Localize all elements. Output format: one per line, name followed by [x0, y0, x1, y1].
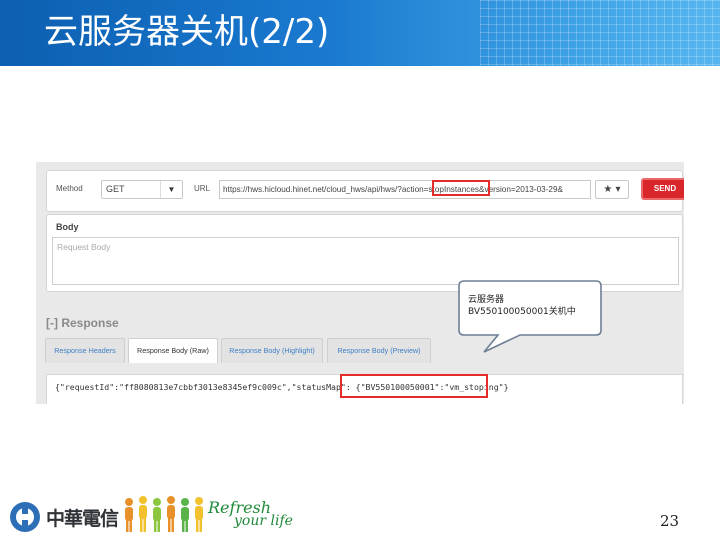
vm-status-highlight: [340, 374, 488, 398]
method-label: Method: [56, 184, 83, 193]
response-toggle[interactable]: [-] Response: [46, 316, 119, 330]
title-bar-pattern: [480, 0, 720, 66]
url-label: URL: [194, 184, 211, 193]
tab-response-body-preview[interactable]: Response Body (Preview): [327, 338, 431, 363]
callout-line-2: BV550100050001关机中: [468, 307, 576, 317]
url-input[interactable]: https://hws.hicloud.hinet.net/cloud_hws/…: [219, 180, 591, 199]
slide: 云服务器关机(2/2) Method GET ▼ URL https://hws…: [0, 0, 720, 540]
chevron-down-icon: ▼: [160, 181, 182, 198]
title-bar: 云服务器关机(2/2): [0, 0, 720, 66]
slide-title: 云服务器关机(2/2): [44, 12, 330, 52]
body-title: Body: [56, 222, 79, 232]
star-icon[interactable]: ★ ▾: [595, 180, 629, 199]
tab-response-body-raw[interactable]: Response Body (Raw): [128, 338, 218, 363]
request-bar: Method GET ▼ URL https://hws.hicloud.hin…: [46, 170, 684, 212]
request-body-placeholder: Request Body: [57, 242, 111, 252]
method-value: GET: [106, 184, 125, 194]
callout-text: 云服务器 BV550100050001关机中: [468, 294, 576, 318]
cht-logo-icon: [10, 502, 40, 532]
page-number: 23: [660, 512, 680, 530]
method-select[interactable]: GET ▼: [101, 180, 183, 199]
callout-line-1: 云服务器: [468, 295, 505, 305]
people-logo-icon: [125, 496, 203, 532]
company-name: 中華電信: [46, 508, 119, 530]
tab-response-body-highlight[interactable]: Response Body (Highlight): [221, 338, 323, 363]
stopinstances-highlight: [432, 180, 490, 196]
slogan-your-life: your life: [234, 513, 293, 529]
callout-box: 云服务器 BV550100050001关机中: [458, 280, 602, 353]
send-button[interactable]: SEND: [641, 178, 684, 200]
request-body-textarea[interactable]: Request Body: [52, 237, 679, 285]
tab-response-headers[interactable]: Response Headers: [45, 338, 125, 363]
